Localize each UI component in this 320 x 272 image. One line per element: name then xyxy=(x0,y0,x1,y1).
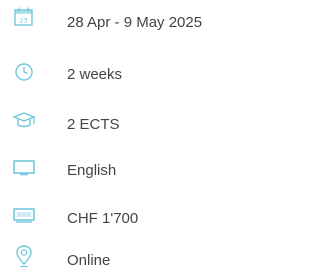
info-row-credits: 2 ECTS xyxy=(0,106,250,136)
info-row-duration: 2 weeks xyxy=(0,58,250,88)
fee-label: CHF 1'700 xyxy=(67,210,139,227)
calendar-icon: 23 xyxy=(10,4,38,32)
credits-label: 2 ECTS xyxy=(67,116,120,133)
clock-icon xyxy=(10,58,38,86)
fee-icon xyxy=(10,202,38,230)
location-pin-icon xyxy=(10,242,38,270)
graduation-cap-icon xyxy=(10,106,38,134)
language-label: English xyxy=(67,162,117,179)
dates-label: 28 Apr - 9 May 2025 xyxy=(67,14,203,31)
info-row-fee: CHF 1'700 xyxy=(0,202,250,232)
info-row-dates: 23 28 Apr - 9 May 2025 xyxy=(0,4,250,34)
info-row-language: English xyxy=(0,154,250,184)
duration-label: 2 weeks xyxy=(67,66,123,83)
location-label: Online xyxy=(67,252,111,269)
language-icon xyxy=(10,154,38,182)
info-row-location: Online xyxy=(0,242,250,272)
svg-text:23: 23 xyxy=(19,17,27,25)
course-info-list: 23 28 Apr - 9 May 2025 2 weeks 2 ECTS En… xyxy=(0,0,250,272)
